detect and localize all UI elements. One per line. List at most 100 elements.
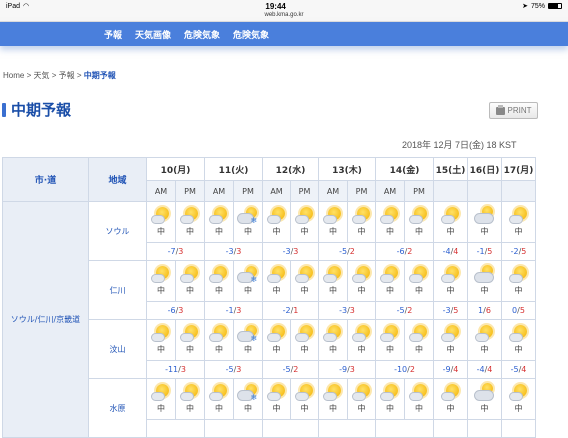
date-15: 15(土): [433, 157, 468, 181]
am-header: AM: [318, 180, 348, 202]
sun-cloud-icon: [207, 205, 231, 225]
sun-cloud-icon: [265, 323, 289, 343]
am-header: AM: [146, 180, 176, 202]
temp-max: 3: [236, 306, 242, 315]
sun-cloud-icon: [407, 205, 431, 225]
weather-label: 中: [215, 345, 223, 354]
date-17: 17(月): [501, 157, 536, 181]
battery-percent: 75%: [530, 2, 545, 10]
weather-cell: 中: [204, 201, 234, 243]
temp-max: 4: [453, 247, 459, 256]
weather-cell: 中: [204, 260, 234, 302]
weather-cell: 中: [204, 319, 234, 361]
temp-cell: -6/3: [146, 301, 205, 320]
area-name[interactable]: 汶山: [88, 319, 147, 379]
weather-cell: 中: [290, 378, 319, 420]
weather-cell: 中: [433, 260, 468, 302]
temp-min: -11: [165, 365, 179, 374]
weather-label: 中: [386, 404, 394, 413]
sun-cloud-icon: [378, 382, 402, 402]
sun-snow-icon: ❄: [236, 205, 260, 225]
sun-cloud-icon: [350, 323, 374, 343]
sun-cloud-icon: [207, 264, 231, 284]
weather-label: 中: [415, 286, 423, 295]
crumb-weather[interactable]: 天気: [33, 71, 49, 80]
temp-cell: -9/3: [318, 360, 376, 379]
crumb-forecast[interactable]: 予報: [59, 71, 75, 80]
sun-snow-icon: ❄: [236, 323, 260, 343]
nav-hazard-2[interactable]: 危険気象: [233, 28, 269, 41]
temp-min: -6: [396, 247, 405, 256]
weather-cell: 中: [146, 319, 176, 361]
crumb-current: 中期予報: [83, 71, 116, 80]
weather-label: 中: [480, 345, 489, 354]
weather-label: 中: [300, 286, 309, 295]
temp-max: 6: [485, 306, 491, 315]
weather-label: 中: [514, 286, 523, 295]
sun-cloud-icon: [265, 264, 289, 284]
status-bar: iPad ◠ 19:44 ➤ 75%: [0, 0, 568, 12]
forecast-table: 市·道 地域 10(月) 11(火) 12(水) 13(木) 14(金) 15(…: [2, 157, 536, 438]
weather-label: 中: [244, 227, 252, 236]
sun-cloud-icon: [407, 323, 431, 343]
weather-label: 中: [446, 404, 455, 413]
weather-cell: 中: [501, 260, 536, 302]
temp-cell: -2/1: [262, 301, 319, 320]
temp-cell: -5/2: [375, 301, 434, 320]
cloud-sun-icon: [473, 264, 497, 284]
temp-max: 5: [521, 247, 527, 256]
title-marker: [2, 102, 6, 117]
weather-cell: 中: [375, 319, 405, 361]
sun-cloud-icon: [321, 264, 345, 284]
crumb-home[interactable]: Home: [3, 71, 24, 80]
sun-cloud-icon: [507, 264, 531, 284]
weather-cell: 中: [347, 260, 376, 302]
weather-label: 中: [186, 286, 194, 295]
nav-forecast[interactable]: 予報: [104, 28, 122, 41]
temp-cell: -5/2: [318, 242, 376, 261]
sun-cloud-icon: [293, 205, 317, 225]
device-name: iPad: [6, 2, 21, 10]
temp-max: 5: [487, 247, 493, 256]
print-button[interactable]: PRINT: [489, 102, 538, 119]
weather-cell: ❄ 中: [233, 378, 263, 420]
battery-icon: [547, 3, 562, 9]
sun-cloud-icon: [293, 382, 317, 402]
weather-cell: ❄ 中: [233, 319, 263, 361]
pm-header: PM: [404, 180, 434, 202]
url-bar[interactable]: web.kma.go.kr: [0, 12, 568, 22]
weather-label: 中: [244, 286, 252, 295]
temp-min: -3: [225, 247, 234, 256]
temp-min: -6: [167, 306, 176, 315]
area-name[interactable]: ソウル: [88, 201, 147, 261]
temp-cell: -3/3: [262, 242, 319, 261]
temp-max: 2: [407, 247, 413, 256]
temp-min: -5: [225, 365, 234, 374]
header-area: 地域: [88, 157, 147, 202]
temp-cell: 1/6: [467, 301, 502, 320]
sun-cloud-icon: [350, 382, 374, 402]
sun-cloud-icon: [321, 382, 345, 402]
temp-cell: -3/5: [433, 301, 468, 320]
weather-cell: 中: [290, 260, 319, 302]
temp-max: 3: [236, 365, 242, 374]
main-nav: 予報 天気画像 危険気象 危険気象: [0, 22, 568, 46]
weather-label: 中: [157, 404, 165, 413]
nav-weather-images[interactable]: 天気画像: [135, 28, 171, 41]
area-name[interactable]: 仁川: [88, 260, 147, 320]
sun-cloud-icon: [149, 205, 173, 225]
date-12: 12(水): [262, 157, 319, 181]
weather-cell: 中: [262, 260, 291, 302]
temp-min: -3: [282, 247, 291, 256]
area-name[interactable]: 水原: [88, 378, 147, 438]
weather-cell: 中: [467, 378, 502, 420]
pm-header: PM: [290, 180, 319, 202]
weather-label: 中: [386, 286, 394, 295]
weather-label: 中: [215, 227, 223, 236]
weather-cell: 中: [347, 201, 376, 243]
date-11: 11(火): [204, 157, 263, 181]
temp-cell: [501, 419, 536, 438]
temp-cell: -1/5: [467, 242, 502, 261]
weather-cell: 中: [404, 319, 434, 361]
nav-hazard-1[interactable]: 危険気象: [184, 28, 220, 41]
